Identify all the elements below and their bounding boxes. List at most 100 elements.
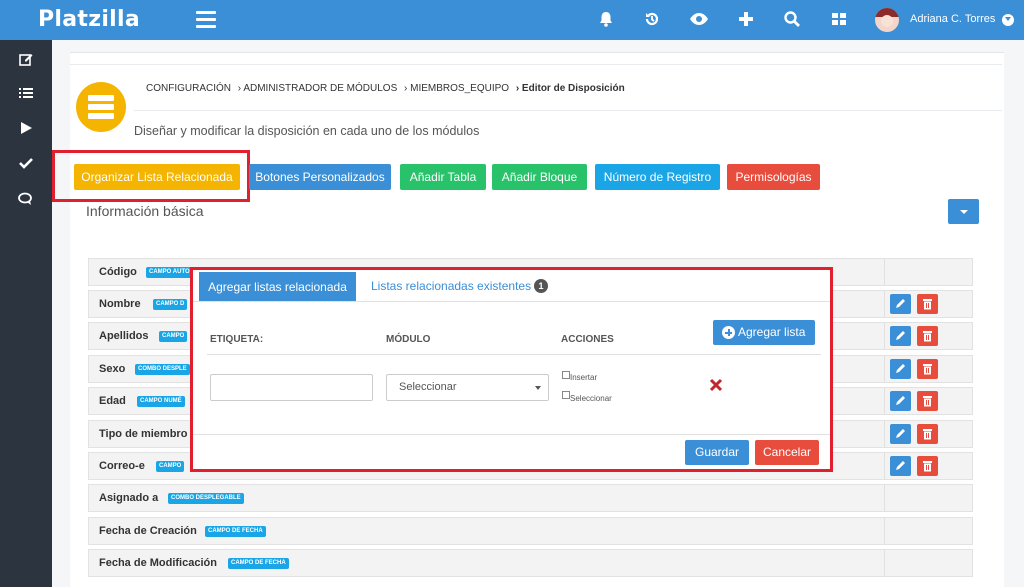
bell-icon[interactable] xyxy=(597,10,617,30)
permissions-button[interactable]: Permisologías xyxy=(727,164,820,190)
section-dropdown-button[interactable] xyxy=(948,199,979,224)
play-icon[interactable] xyxy=(18,120,34,136)
breadcrumb-item[interactable]: CONFIGURACIÓN xyxy=(146,83,231,94)
list-icon[interactable] xyxy=(18,85,34,101)
column-header-module: MÓDULO xyxy=(386,334,431,345)
check-icon[interactable] xyxy=(18,155,34,171)
field-type-badge: COMBO DESPLE xyxy=(135,364,190,375)
record-number-button[interactable]: Número de Registro xyxy=(595,164,720,190)
field-type-badge: CAMPO DE FECHA xyxy=(205,526,266,537)
save-button[interactable]: Guardar xyxy=(685,440,749,465)
edit-field-button[interactable] xyxy=(890,456,911,476)
field-type-badge: CAMPO D xyxy=(153,299,188,310)
label-input[interactable] xyxy=(210,374,373,401)
cancel-button[interactable]: Cancelar xyxy=(755,440,819,465)
add-block-button[interactable]: Añadir Bloque xyxy=(492,164,587,190)
chevron-down-icon[interactable] xyxy=(1002,14,1014,26)
select-checkbox-label: Seleccionar xyxy=(570,394,612,403)
section-title: Información básica xyxy=(86,203,204,219)
divider xyxy=(884,356,885,382)
edit-icon[interactable] xyxy=(18,51,34,67)
field-label: Edad xyxy=(99,395,126,407)
field-type-badge: CAMPO AUTO xyxy=(146,267,193,278)
field-label: Correo-e xyxy=(99,460,145,472)
history-icon[interactable] xyxy=(643,10,663,30)
add-table-button[interactable]: Añadir Tabla xyxy=(400,164,486,190)
brand-logo[interactable]: Platzilla xyxy=(38,7,140,32)
left-sidebar xyxy=(0,40,52,587)
field-type-badge: COMBO DESPLEGABLE xyxy=(168,493,244,504)
remove-row-icon[interactable] xyxy=(709,378,723,392)
edit-field-button[interactable] xyxy=(890,391,911,411)
divider xyxy=(193,434,830,435)
existing-count-badge: 1 xyxy=(534,279,548,293)
edit-field-button[interactable] xyxy=(890,424,911,444)
field-row: Fecha de Modificación CAMPO DE FECHA xyxy=(88,549,973,577)
module-logo-icon xyxy=(76,82,126,132)
select-checkbox[interactable] xyxy=(562,391,570,399)
add-list-button[interactable]: Agregar lista xyxy=(713,320,815,345)
column-header-label: ETIQUETA: xyxy=(210,334,264,345)
delete-field-button[interactable] xyxy=(917,359,938,379)
field-label: Asignado a xyxy=(99,492,159,504)
add-list-label: Agregar lista xyxy=(738,325,806,339)
delete-field-button[interactable] xyxy=(917,326,938,346)
field-label: Sexo xyxy=(99,363,126,375)
divider xyxy=(884,550,885,576)
hamburger-menu-icon[interactable] xyxy=(196,11,216,29)
breadcrumb-item[interactable]: › MIEMBROS_EQUIPO xyxy=(404,83,509,94)
breadcrumb: CONFIGURACIÓN › ADMINISTRADOR DE MÓDULOS… xyxy=(146,83,629,94)
divider xyxy=(884,485,885,511)
module-select[interactable]: Seleccionar xyxy=(386,374,549,401)
field-label: Tipo de miembro xyxy=(99,428,188,440)
custom-buttons-button[interactable]: Botones Personalizados xyxy=(249,164,391,190)
user-avatar[interactable] xyxy=(875,8,899,32)
divider xyxy=(884,291,885,317)
insert-checkbox-label: Insertar xyxy=(570,373,598,382)
related-list-modal: Agregar listas relacionada Listas relaci… xyxy=(190,267,833,472)
field-label: Código xyxy=(99,266,137,278)
field-row: Fecha de Creación CAMPO DE FECHA xyxy=(88,517,973,545)
column-header-actions: ACCIONES xyxy=(561,334,614,345)
divider xyxy=(884,518,885,544)
eye-icon[interactable] xyxy=(689,10,709,30)
plus-circle-icon xyxy=(722,326,735,339)
page-subtitle: Diseñar y modificar la disposición en ca… xyxy=(134,124,480,138)
field-type-badge: CAMPO xyxy=(156,461,185,472)
grid-icon[interactable] xyxy=(830,10,850,30)
delete-field-button[interactable] xyxy=(917,424,938,444)
tab-add-related-lists[interactable]: Agregar listas relacionada xyxy=(199,272,356,302)
divider xyxy=(193,301,830,302)
module-select-value: Seleccionar xyxy=(399,381,457,393)
delete-field-button[interactable] xyxy=(917,456,938,476)
field-label: Fecha de Modificación xyxy=(99,557,217,569)
field-type-badge: CAMPO NUMÉ xyxy=(137,396,185,407)
field-label: Apellidos xyxy=(99,330,149,342)
divider xyxy=(70,64,1002,65)
field-type-badge: CAMPO DE FECHA xyxy=(228,558,289,569)
divider xyxy=(884,259,885,285)
chat-icon[interactable] xyxy=(18,191,34,207)
divider xyxy=(884,421,885,447)
breadcrumb-item[interactable]: › ADMINISTRADOR DE MÓDULOS xyxy=(238,83,397,94)
search-icon[interactable] xyxy=(783,10,803,30)
divider xyxy=(884,453,885,479)
delete-field-button[interactable] xyxy=(917,391,938,411)
delete-field-button[interactable] xyxy=(917,294,938,314)
divider xyxy=(884,323,885,349)
insert-checkbox[interactable] xyxy=(562,371,570,379)
top-navbar: Platzilla Adriana C. Torres xyxy=(0,0,1024,40)
field-row: Asignado a COMBO DESPLEGABLE xyxy=(88,484,973,512)
user-name[interactable]: Adriana C. Torres xyxy=(910,13,995,25)
tab-existing-related-lists[interactable]: Listas relacionadas existentes xyxy=(371,279,531,293)
field-label: Nombre xyxy=(99,298,141,310)
edit-field-button[interactable] xyxy=(890,359,911,379)
plus-icon[interactable] xyxy=(737,10,757,30)
field-type-badge: CAMPO xyxy=(159,331,188,342)
divider xyxy=(884,388,885,414)
breadcrumb-current: › Editor de Disposición xyxy=(515,83,625,94)
divider xyxy=(134,110,1002,111)
edit-field-button[interactable] xyxy=(890,326,911,346)
edit-field-button[interactable] xyxy=(890,294,911,314)
organize-related-list-button[interactable]: Organizar Lista Relacionada xyxy=(74,164,240,190)
